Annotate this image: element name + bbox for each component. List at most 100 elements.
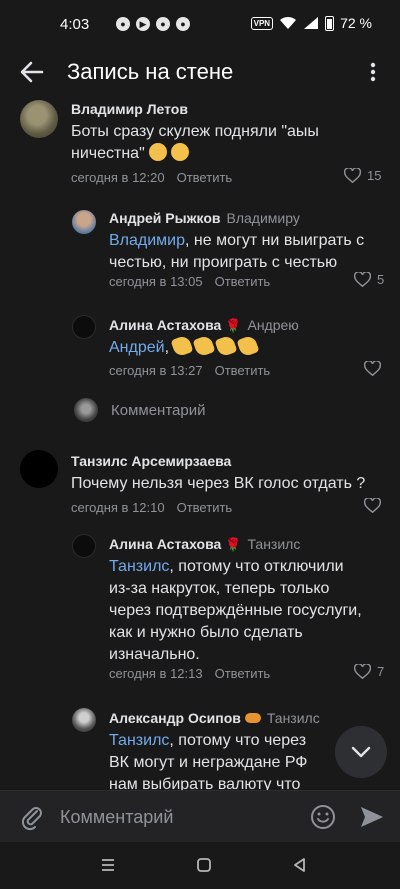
- like-button[interactable]: 5: [354, 272, 384, 287]
- page-title: Запись на стене: [67, 59, 234, 84]
- comment-time: сегодня в 12:10: [71, 500, 165, 515]
- thread-comment-box[interactable]: Комментарий: [0, 392, 400, 432]
- mention-link[interactable]: Андрей: [109, 339, 165, 356]
- avatar[interactable]: [20, 100, 58, 138]
- reply-to-name[interactable]: Андрею: [247, 317, 298, 333]
- comment-author[interactable]: Танзилс Арсемирзаева: [71, 453, 231, 469]
- comment-text: Андрей,: [109, 334, 369, 359]
- reply-comment-item: Андрей Рыжков Владимиру Владимир, не могу…: [0, 204, 400, 299]
- avatar[interactable]: [72, 534, 96, 558]
- like-count: 5: [377, 272, 385, 287]
- comment-text: Владимир, не могут ни выиграть с честью,…: [109, 232, 365, 271]
- reply-to-name[interactable]: Владимиру: [227, 210, 300, 226]
- avatar[interactable]: [72, 315, 96, 339]
- avatar[interactable]: [72, 708, 96, 732]
- rose-emoji: 🌹: [225, 537, 242, 552]
- reply-button[interactable]: Ответить: [215, 363, 271, 378]
- battery-level: 72 %: [340, 15, 372, 31]
- reply-button[interactable]: Ответить: [215, 666, 271, 681]
- recent-apps-icon[interactable]: [98, 855, 118, 875]
- clapping-hands-emoji: [192, 334, 216, 358]
- comment-author-line: Александр Осипов Танзилс: [109, 710, 320, 726]
- signal-icon: [304, 17, 319, 29]
- comment-text: Боты сразу скулеж подняли "аыы ничестна": [71, 123, 319, 162]
- more-vertical-icon[interactable]: [365, 60, 381, 84]
- my-avatar: [74, 398, 98, 422]
- app-notification-icon: ●: [156, 17, 170, 31]
- vpn-badge: VPN: [250, 16, 274, 30]
- comment-time: сегодня в 12:13: [109, 666, 203, 681]
- notification-icons: ● ▶ ● ●: [116, 17, 190, 31]
- comment-author[interactable]: Александр Осипов: [109, 710, 241, 726]
- heart-icon: [364, 498, 381, 513]
- home-icon[interactable]: [194, 855, 214, 875]
- mention-link[interactable]: Владимир: [109, 232, 185, 249]
- like-button[interactable]: [364, 498, 387, 513]
- app-header: Запись на стене: [0, 50, 400, 96]
- clapping-hands-emoji: [236, 334, 260, 358]
- comment-author[interactable]: Алина Астахова: [109, 536, 221, 552]
- reply-button[interactable]: Ответить: [177, 170, 233, 185]
- smile-icon[interactable]: [309, 803, 337, 831]
- system-navigation-bar: [0, 842, 400, 889]
- heart-icon: [354, 272, 371, 287]
- like-button[interactable]: 15: [344, 168, 381, 183]
- comment-author[interactable]: Владимир Летов: [71, 101, 188, 117]
- chevron-down-icon: [351, 746, 371, 758]
- send-icon[interactable]: [358, 803, 386, 831]
- mention-link[interactable]: Танзилс: [109, 558, 169, 575]
- comment-text: Танзилс, потому что отключили из-за накр…: [109, 558, 362, 663]
- heart-icon: [364, 361, 381, 376]
- comment-author[interactable]: Андрей Рыжков: [109, 210, 221, 226]
- youtube-icon: ▶: [136, 17, 150, 31]
- battery-icon: [325, 15, 335, 31]
- reply-button[interactable]: Ответить: [215, 274, 271, 289]
- comment-meta: сегодня в 13:05 Ответить: [109, 274, 270, 289]
- reply-comment-item: Алина Астахова 🌹 Андрею Андрей, сегодня в …: [0, 311, 400, 383]
- scroll-down-button[interactable]: [335, 726, 387, 778]
- shushing-face-emoji: [170, 143, 189, 161]
- leopard-emoji: [244, 713, 261, 723]
- avatar[interactable]: [20, 450, 58, 488]
- comment-time: сегодня в 12:20: [71, 170, 165, 185]
- status-time: 4:03: [60, 16, 90, 33]
- like-count: 15: [367, 168, 382, 183]
- comment-meta: сегодня в 12:10 Ответить: [71, 500, 232, 515]
- reply-comment-item: Алина Астахова 🌹 Танзилс Танзилс, потому ч…: [0, 530, 400, 690]
- comment-time: сегодня в 13:27: [109, 363, 203, 378]
- reply-to-name[interactable]: Танзилс: [247, 536, 300, 552]
- paperclip-icon[interactable]: [18, 803, 46, 831]
- clapping-hands-emoji: [214, 334, 238, 358]
- reply-button[interactable]: Ответить: [177, 500, 233, 515]
- comment-author-line: Андрей Рыжков Владимиру: [109, 210, 300, 226]
- comment-time: сегодня в 13:05: [109, 274, 203, 289]
- avatar[interactable]: [72, 210, 96, 234]
- like-count: 7: [377, 664, 385, 679]
- reply-to-name[interactable]: Танзилс: [267, 710, 320, 726]
- status-right: VPN 72 %: [250, 15, 372, 31]
- comment-input-bar: [0, 790, 400, 842]
- comment-input[interactable]: [60, 801, 300, 833]
- like-button[interactable]: 7: [354, 664, 384, 679]
- comments-feed[interactable]: Владимир Летов Боты сразу скулеж подняли…: [0, 96, 400, 790]
- mention-link[interactable]: Танзилс: [109, 732, 169, 749]
- app-notification-icon: ●: [176, 17, 190, 31]
- comment-meta: сегодня в 12:20 Ответить: [71, 170, 232, 185]
- like-button[interactable]: [364, 361, 387, 376]
- comment-item: Владимир Летов Боты сразу скулеж подняли…: [0, 96, 400, 196]
- thread-comment-placeholder[interactable]: Комментарий: [111, 402, 205, 419]
- clapping-hands-emoji: [170, 334, 194, 358]
- comment-text: Почему нельзя через ВК голос отдать ?: [71, 475, 366, 492]
- back-arrow-icon[interactable]: [18, 58, 46, 86]
- comment-author-line: Алина Астахова 🌹 Танзилс: [109, 536, 300, 553]
- comment-meta: сегодня в 12:13 Ответить: [109, 666, 270, 681]
- comment-author-line: Алина Астахова 🌹 Андрею: [109, 317, 299, 334]
- comment-text: Танзилс, потому что через ВК могут и нег…: [109, 732, 308, 790]
- comment-author[interactable]: Алина Астахова: [109, 317, 221, 333]
- comment-meta: сегодня в 13:27 Ответить: [109, 363, 270, 378]
- app-notification-icon: ●: [116, 17, 130, 31]
- system-back-icon[interactable]: [290, 855, 310, 875]
- rose-emoji: 🌹: [225, 318, 242, 333]
- heart-icon: [354, 664, 371, 679]
- comment-item: Танзилс Арсемирзаева Почему нельзя через…: [0, 446, 400, 516]
